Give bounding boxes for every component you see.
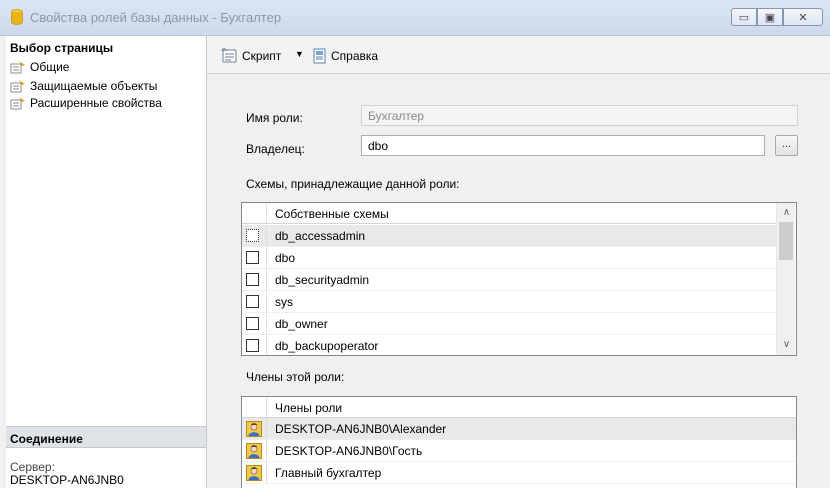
database-icon — [11, 9, 23, 25]
script-dropdown-button[interactable]: ▼ — [295, 49, 304, 59]
script-label: Скрипт — [242, 49, 282, 63]
minimize-button[interactable]: ▭ — [731, 8, 757, 26]
script-icon — [221, 48, 237, 63]
members-grid-header: Члены роли — [242, 397, 796, 418]
members-grid: Члены роли DESKTOP-AN6JNB0\Alexander DES… — [241, 396, 797, 488]
user-icon — [246, 443, 262, 459]
server-label: Сервер: — [10, 460, 55, 474]
table-row[interactable]: db_accessadmin — [242, 225, 776, 247]
table-row[interactable]: DESKTOP-AN6JNB0\Гость — [242, 440, 796, 462]
table-row[interactable]: db_securityadmin — [242, 269, 776, 291]
help-label: Справка — [331, 49, 379, 63]
table-row[interactable]: db_owner — [242, 313, 776, 335]
schema-name: db_owner — [275, 317, 328, 331]
schemas-scrollbar[interactable]: ∧ ∨ — [776, 203, 795, 355]
schema-name: db_accessadmin — [275, 229, 366, 243]
schema-name: db_securityadmin — [275, 273, 370, 287]
toolbar: Скрипт ▼ Справка — [207, 36, 830, 74]
connection-heading: Соединение — [6, 426, 206, 448]
table-row[interactable]: Главный бухгалтер — [242, 462, 796, 484]
role-name-label: Имя роли: — [246, 111, 303, 125]
chevron-down-icon: ▼ — [295, 49, 304, 59]
sidebar-item-label: Общие — [30, 60, 70, 74]
schemas-column-header: Собственные схемы — [275, 207, 389, 221]
scroll-up-button[interactable]: ∧ — [777, 203, 796, 221]
schema-name: sys — [275, 295, 293, 309]
close-button[interactable]: ✕ — [783, 8, 823, 26]
scroll-thumb[interactable] — [779, 222, 793, 260]
title-bar: Свойства ролей базы данных - Бухгалтер ▭… — [0, 0, 830, 36]
window-title: Свойства ролей базы данных - Бухгалтер — [30, 10, 282, 25]
page-icon — [10, 97, 25, 110]
owner-label: Владелец: — [246, 142, 305, 156]
role-name-field: Бухгалтер — [361, 105, 798, 126]
sidebar-item-extended-properties[interactable]: Расширенные свойства — [10, 95, 162, 111]
schema-name: dbo — [275, 251, 296, 265]
help-icon — [313, 48, 326, 64]
table-row[interactable]: dbo — [242, 247, 776, 269]
schema-checkbox[interactable] — [246, 251, 259, 264]
maximize-button[interactable]: ▣ — [757, 8, 783, 26]
table-row[interactable]: db_backupoperator — [242, 335, 776, 355]
schema-checkbox[interactable] — [246, 295, 259, 308]
schema-checkbox[interactable] — [246, 229, 259, 242]
schemas-grid: Собственные схемы db_accessadmin dbo db_… — [241, 202, 797, 356]
schema-checkbox[interactable] — [246, 273, 259, 286]
help-button[interactable]: Справка — [312, 48, 378, 64]
chevron-down-icon: ∨ — [782, 338, 791, 350]
schema-name: db_backupoperator — [275, 339, 379, 353]
chevron-up-icon: ∧ — [782, 206, 791, 218]
user-icon — [246, 465, 262, 481]
page-icon — [10, 80, 25, 93]
member-name: DESKTOP-AN6JNB0\Alexander — [275, 422, 447, 436]
minimize-icon: ▭ — [738, 11, 750, 24]
browse-owner-button[interactable]: ... — [775, 135, 798, 156]
scroll-down-button[interactable]: ∨ — [777, 335, 796, 353]
members-column-header: Члены роли — [275, 401, 343, 415]
members-label: Члены этой роли: — [246, 370, 345, 384]
page-selector-heading: Выбор страницы — [10, 41, 114, 55]
script-button[interactable]: Скрипт — [221, 48, 281, 64]
table-row[interactable]: sys — [242, 291, 776, 313]
member-name: DESKTOP-AN6JNB0\Гость — [275, 444, 423, 458]
schema-checkbox[interactable] — [246, 339, 259, 352]
page-selector-pane: Выбор страницы Общие Защищаемые объекты … — [6, 36, 207, 488]
page-icon — [10, 61, 25, 74]
schemas-grid-header: Собственные схемы — [242, 203, 776, 224]
sidebar-item-label: Расширенные свойства — [30, 96, 162, 110]
schema-checkbox[interactable] — [246, 317, 259, 330]
sidebar-item-securables[interactable]: Защищаемые объекты — [10, 78, 157, 94]
owner-field[interactable]: dbo — [361, 135, 765, 156]
maximize-icon: ▣ — [764, 11, 776, 24]
member-name: Главный бухгалтер — [275, 466, 382, 480]
sidebar-item-general[interactable]: Общие — [10, 59, 69, 75]
sidebar-item-label: Защищаемые объекты — [30, 79, 158, 93]
close-icon: ✕ — [798, 11, 808, 24]
schemas-label: Схемы, принадлежащие данной роли: — [246, 177, 460, 191]
table-row[interactable]: DESKTOP-AN6JNB0\Alexander — [242, 418, 796, 440]
server-value: DESKTOP-AN6JNB0 — [10, 473, 124, 487]
user-icon — [246, 421, 262, 437]
